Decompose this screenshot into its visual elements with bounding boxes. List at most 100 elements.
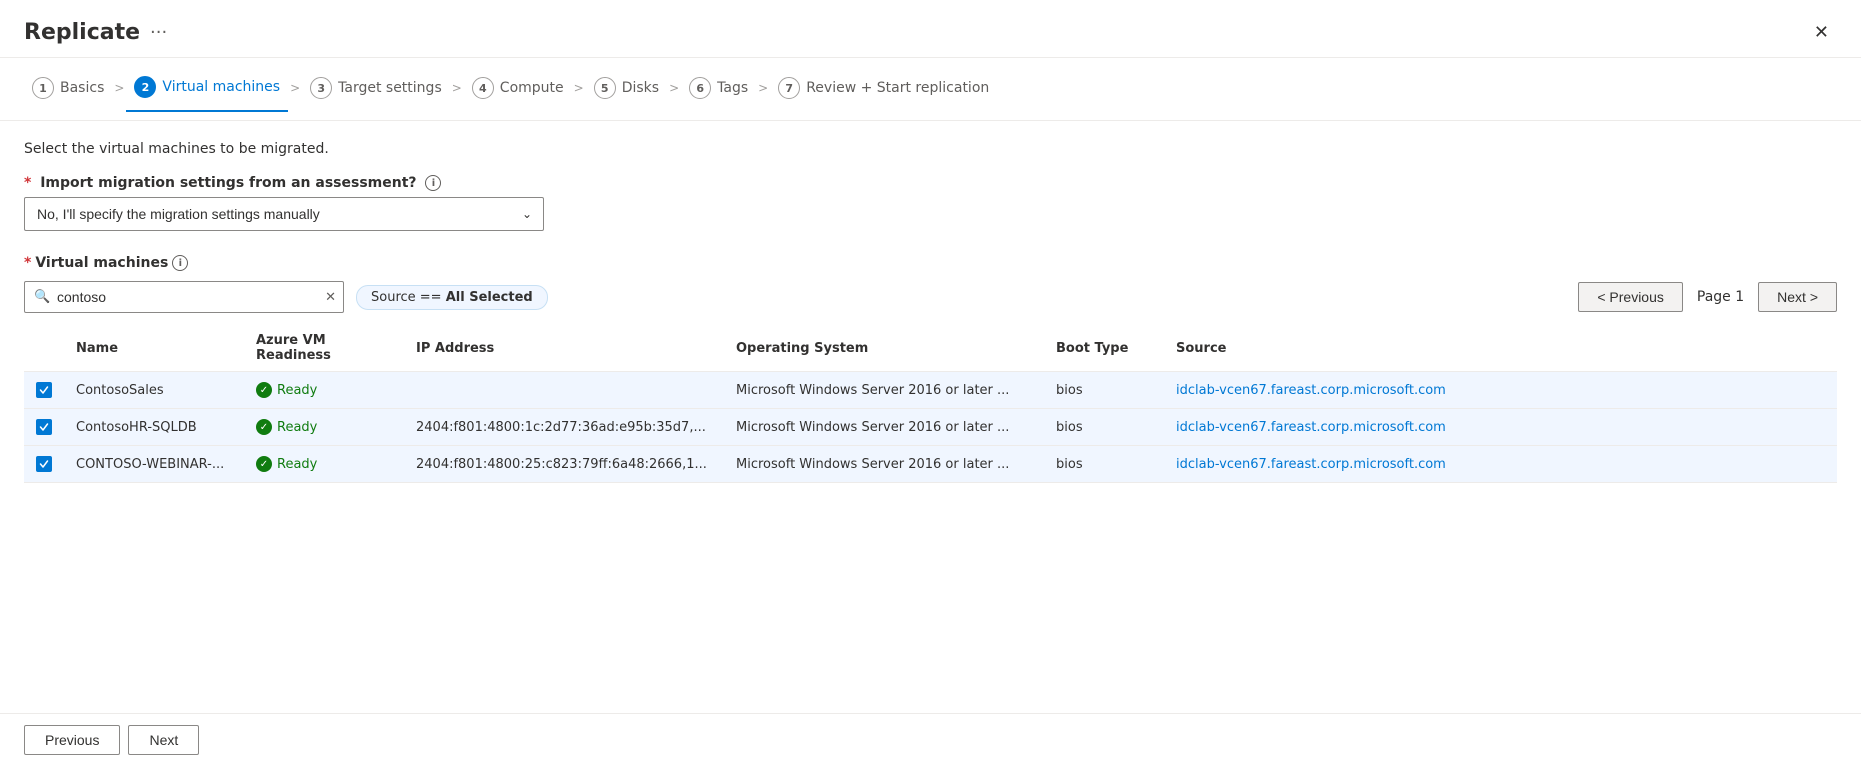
- row-checkbox[interactable]: [36, 419, 52, 435]
- row-source: idclab-vcen67.fareast.corp.microsoft.com: [1164, 409, 1837, 446]
- table-header-row: Name Azure VM Readiness IP Address Opera…: [24, 325, 1837, 372]
- step-circle-7: 7: [778, 77, 800, 99]
- step-circle-1: 1: [32, 77, 54, 99]
- filter-label: Source ==: [371, 290, 446, 305]
- step-label-7: Review + Start replication: [806, 80, 989, 96]
- row-ip: [404, 372, 724, 409]
- previous-page-button[interactable]: < Previous: [1578, 282, 1683, 312]
- filter-value: All Selected: [446, 290, 533, 305]
- row-boot: bios: [1044, 446, 1164, 483]
- row-boot: bios: [1044, 372, 1164, 409]
- row-name: ContosoHR-SQLDB: [64, 409, 244, 446]
- close-button[interactable]: ✕: [1806, 18, 1837, 47]
- step-label-5: Disks: [622, 80, 659, 96]
- page-indicator: Page 1: [1691, 289, 1750, 305]
- row-name: CONTOSO-WEBINAR-...: [64, 446, 244, 483]
- step-sep-2: >: [288, 81, 302, 107]
- step-basics[interactable]: 1 Basics: [24, 77, 112, 111]
- row-source: idclab-vcen67.fareast.corp.microsoft.com: [1164, 446, 1837, 483]
- row-os: Microsoft Windows Server 2016 or later .…: [724, 446, 1044, 483]
- step-label-3: Target settings: [338, 80, 442, 96]
- step-circle-3: 3: [310, 77, 332, 99]
- search-wrapper: 🔍 ✕: [24, 281, 344, 313]
- col-header-readiness: Azure VM Readiness: [244, 325, 404, 372]
- step-compute[interactable]: 4 Compute: [464, 77, 572, 111]
- readiness-icon: ✓: [256, 456, 272, 472]
- table-row[interactable]: ContosoHR-SQLDB ✓ Ready 2404:f801:4800:1…: [24, 409, 1837, 446]
- assessment-dropdown[interactable]: No, I'll specify the migration settings …: [24, 197, 544, 231]
- footer-next-button[interactable]: Next: [128, 725, 199, 755]
- readiness-icon: ✓: [256, 419, 272, 435]
- vm-controls: 🔍 ✕ Source == All Selected < Previous Pa…: [24, 281, 1837, 313]
- row-readiness: ✓ Ready: [244, 372, 404, 409]
- title-left: Replicate ···: [24, 20, 167, 45]
- step-label-4: Compute: [500, 80, 564, 96]
- row-checkbox[interactable]: [36, 456, 52, 472]
- row-readiness: ✓ Ready: [244, 446, 404, 483]
- wizard-steps: 1 Basics > 2 Virtual machines > 3 Target…: [0, 58, 1861, 121]
- search-icon: 🔍: [34, 290, 50, 305]
- col-header-boot: Boot Type: [1044, 325, 1164, 372]
- step-label-1: Basics: [60, 80, 104, 96]
- next-page-button[interactable]: Next >: [1758, 282, 1837, 312]
- vm-section-label-text: Virtual machines: [35, 255, 168, 271]
- page-title: Replicate: [24, 20, 140, 45]
- step-label-6: Tags: [717, 80, 748, 96]
- more-icon[interactable]: ···: [150, 22, 167, 43]
- col-header-os: Operating System: [724, 325, 1044, 372]
- step-circle-5: 5: [594, 77, 616, 99]
- col-header-name: Name: [64, 325, 244, 372]
- search-clear-button[interactable]: ✕: [325, 289, 336, 305]
- step-sep-3: >: [450, 81, 464, 107]
- row-checkbox-cell[interactable]: [24, 372, 64, 409]
- vm-info-icon[interactable]: i: [172, 255, 188, 271]
- row-os: Microsoft Windows Server 2016 or later .…: [724, 372, 1044, 409]
- row-checkbox-cell[interactable]: [24, 446, 64, 483]
- pagination-controls: < Previous Page 1 Next >: [1578, 282, 1837, 312]
- step-circle-4: 4: [472, 77, 494, 99]
- step-label-2: Virtual machines: [162, 79, 280, 95]
- footer: Previous Next: [0, 713, 1861, 765]
- assessment-label: * Import migration settings from an asse…: [24, 175, 441, 191]
- step-sep-1: >: [112, 81, 126, 107]
- step-sep-5: >: [667, 81, 681, 107]
- step-circle-2: 2: [134, 76, 156, 98]
- row-source: idclab-vcen67.fareast.corp.microsoft.com: [1164, 372, 1837, 409]
- step-circle-6: 6: [689, 77, 711, 99]
- row-boot: bios: [1044, 409, 1164, 446]
- main-content: Select the virtual machines to be migrat…: [0, 121, 1861, 483]
- col-header-checkbox: [24, 325, 64, 372]
- col-header-ip: IP Address: [404, 325, 724, 372]
- assessment-info-icon[interactable]: i: [425, 175, 441, 191]
- assessment-dropdown-wrapper: No, I'll specify the migration settings …: [24, 197, 544, 231]
- search-input[interactable]: [24, 281, 344, 313]
- row-os: Microsoft Windows Server 2016 or later .…: [724, 409, 1044, 446]
- subtitle-text: Select the virtual machines to be migrat…: [24, 141, 1837, 157]
- row-readiness: ✓ Ready: [244, 409, 404, 446]
- vm-required-star: *: [24, 255, 31, 271]
- vm-table: Name Azure VM Readiness IP Address Opera…: [24, 325, 1837, 483]
- step-sep-6: >: [756, 81, 770, 107]
- readiness-text: Ready: [277, 383, 317, 398]
- row-ip: 2404:f801:4800:1c:2d77:36ad:e95b:35d7,..…: [404, 409, 724, 446]
- required-star: *: [24, 175, 31, 191]
- readiness-text: Ready: [277, 457, 317, 472]
- step-sep-4: >: [572, 81, 586, 107]
- row-checkbox-cell[interactable]: [24, 409, 64, 446]
- title-bar: Replicate ··· ✕: [0, 0, 1861, 58]
- row-checkbox[interactable]: [36, 382, 52, 398]
- table-row[interactable]: ContosoSales ✓ Ready Microsoft Windows S…: [24, 372, 1837, 409]
- filter-badge[interactable]: Source == All Selected: [356, 285, 548, 310]
- readiness-text: Ready: [277, 420, 317, 435]
- step-review[interactable]: 7 Review + Start replication: [770, 77, 997, 111]
- table-row[interactable]: CONTOSO-WEBINAR-... ✓ Ready 2404:f801:48…: [24, 446, 1837, 483]
- step-disks[interactable]: 5 Disks: [586, 77, 667, 111]
- step-target-settings[interactable]: 3 Target settings: [302, 77, 450, 111]
- vm-section-header: * Virtual machines i: [24, 255, 1837, 271]
- row-ip: 2404:f801:4800:25:c823:79ff:6a48:2666,1.…: [404, 446, 724, 483]
- step-tags[interactable]: 6 Tags: [681, 77, 756, 111]
- col-header-source: Source: [1164, 325, 1837, 372]
- step-virtual-machines[interactable]: 2 Virtual machines: [126, 76, 288, 112]
- readiness-icon: ✓: [256, 382, 272, 398]
- footer-previous-button[interactable]: Previous: [24, 725, 120, 755]
